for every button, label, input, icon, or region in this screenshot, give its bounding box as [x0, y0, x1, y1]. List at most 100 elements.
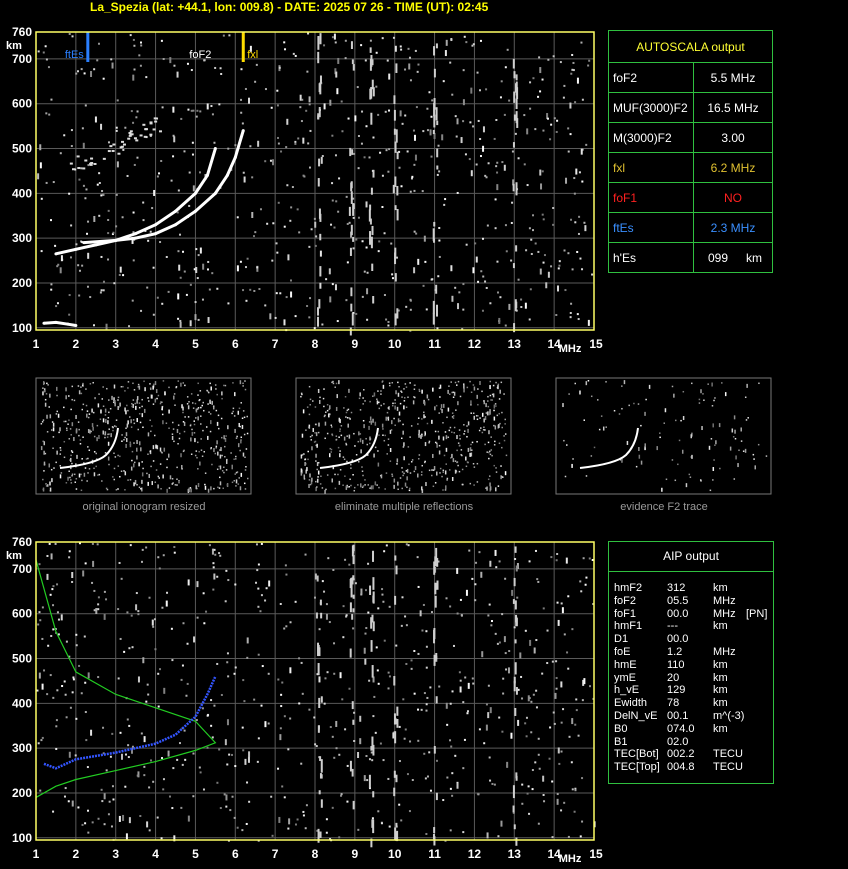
autoscala-row: M(3000)F2 3.00	[608, 122, 773, 153]
noise-speck	[285, 296, 288, 299]
noise-speck	[340, 100, 343, 103]
noise-speck	[313, 327, 316, 330]
noise-speck	[520, 306, 523, 309]
thumbnail-speck	[329, 453, 331, 458]
noise-speck	[148, 786, 151, 789]
thumbnail-speck	[494, 425, 497, 430]
extraordinary-trace-line	[83, 130, 245, 245]
noise-speck	[365, 246, 368, 249]
noise-speck	[410, 667, 413, 670]
noise-speck	[170, 179, 173, 182]
thumbnail-speck	[335, 382, 338, 385]
noise-speck	[511, 201, 514, 204]
noise-speck	[425, 645, 428, 648]
thumbnail-speck	[63, 420, 65, 423]
thumbnail-speck	[399, 420, 401, 422]
interference-streak	[512, 785, 515, 799]
noise-speck	[49, 219, 52, 222]
thumbnail-speck	[385, 472, 388, 474]
thumbnail-speck	[85, 388, 87, 390]
noise-speck	[283, 715, 286, 718]
thumbnail-speck	[738, 449, 740, 452]
interference-streak	[351, 149, 354, 155]
thumbnail-speck	[343, 458, 346, 461]
noise-speck	[103, 613, 106, 620]
thumbnail-speck	[445, 485, 447, 490]
noise-speck	[142, 657, 145, 664]
thumbnail-speck	[195, 485, 197, 490]
noise-speck	[527, 785, 530, 788]
noise-speck	[329, 99, 332, 106]
interference-streak	[352, 594, 355, 599]
noise-speck	[260, 542, 263, 545]
thumbnail-speck	[326, 403, 329, 406]
noise-speck	[541, 78, 544, 81]
aip-unit: MHz	[713, 607, 736, 620]
thumbnail-speck	[76, 454, 78, 459]
thumbnail-speck	[417, 423, 419, 425]
thumbnail-speck	[202, 409, 205, 412]
noise-speck	[318, 676, 321, 683]
thumbnail-speck	[408, 487, 411, 490]
thumbnail-speck	[448, 429, 451, 432]
interference-streak	[393, 787, 396, 797]
noise-speck	[40, 197, 43, 200]
thumbnail-speck	[56, 410, 59, 413]
interference-streak	[350, 224, 353, 236]
noise-speck	[132, 74, 135, 81]
noise-speck	[107, 232, 110, 235]
thumbnail-speck	[713, 459, 715, 461]
noise-speck	[249, 145, 252, 148]
thumbnail-speck	[43, 461, 46, 466]
noise-speck	[40, 739, 43, 742]
noise-speck	[576, 313, 579, 316]
noise-speck	[78, 269, 81, 272]
thumbnail-speck	[161, 406, 164, 411]
marker-line	[241, 32, 245, 62]
thumbnail-speck	[212, 405, 215, 408]
noise-speck	[462, 767, 465, 770]
noise-speck	[537, 95, 540, 98]
noise-speck	[87, 809, 90, 812]
noise-speck	[196, 109, 199, 112]
thumbnail-speck	[376, 398, 378, 400]
thumbnail-speck	[59, 449, 62, 452]
thumbnail-speck	[188, 401, 190, 403]
thumbnail-speck	[182, 411, 184, 414]
interference-streak	[394, 141, 397, 153]
thumbnail-speck	[338, 436, 340, 438]
thumbnail-speck	[346, 484, 349, 487]
noise-speck	[474, 242, 477, 245]
x-tick-label: 12	[468, 847, 482, 861]
noise-speck	[186, 682, 189, 685]
thumbnail-speck	[395, 390, 397, 395]
noise-speck	[488, 756, 491, 759]
noise-speck	[97, 603, 100, 606]
thumbnail-speck	[353, 486, 356, 489]
noise-speck	[583, 221, 586, 224]
aip-unit: km	[713, 582, 728, 594]
interference-streak	[432, 312, 435, 325]
thumbnail-speck	[427, 398, 430, 401]
thumbnail-speck	[393, 478, 396, 483]
thumbnail-speck	[499, 389, 501, 394]
thumbnail-speck	[235, 485, 237, 487]
thumbnail-speck	[42, 387, 44, 389]
noise-speck	[560, 809, 563, 812]
thumbnail-speck	[689, 476, 692, 478]
noise-speck	[416, 70, 419, 73]
noise-speck	[555, 660, 558, 663]
thumbnail-speck	[378, 486, 380, 489]
thumbnail-speck	[217, 427, 220, 430]
thumbnail-speck	[49, 393, 51, 398]
thumbnail-speck	[124, 407, 126, 412]
thumbnail-speck	[73, 399, 76, 402]
noise-speck	[426, 775, 429, 778]
noise-speck	[256, 569, 259, 572]
trace-point	[54, 252, 58, 256]
thumbnail-speck	[487, 400, 489, 402]
thumbnail-speck	[154, 434, 156, 437]
noise-speck	[363, 270, 366, 273]
thumbnail-speck	[52, 436, 55, 438]
noise-speck	[137, 610, 140, 613]
